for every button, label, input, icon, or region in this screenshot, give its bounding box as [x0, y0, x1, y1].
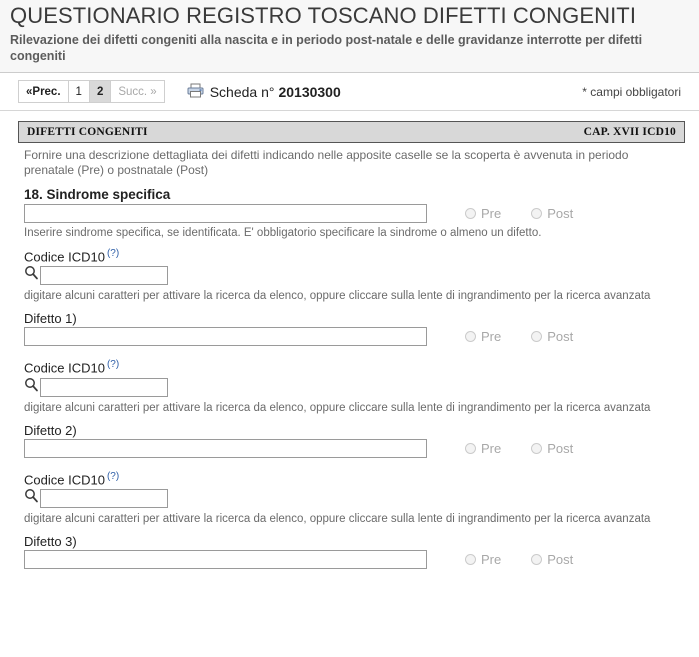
radio-dot-icon [531, 208, 543, 219]
radio-label-post: Post [547, 551, 574, 567]
label-text: Codice ICD10 [24, 360, 105, 376]
scheda-label: Scheda n° [209, 83, 275, 100]
row-codice-icd10-2 [24, 377, 685, 398]
radio-difetto-2-pre[interactable]: Pre [465, 441, 501, 456]
radio-label-pre: Pre [481, 329, 502, 345]
section-chapter-label: CAP. XVII ICD10 [583, 126, 676, 138]
label-difetto-1: Difetto 1) [24, 311, 77, 327]
scheda-number: 20130300 [278, 83, 341, 100]
radio-group-difetto-1: Pre Post [465, 329, 603, 344]
section-description: Fornire una descrizione dettagliata dei … [24, 148, 629, 177]
help-icon[interactable]: (?) [107, 471, 119, 482]
sindrome-specifica-input[interactable] [24, 204, 427, 223]
section-header-difetti-congeniti: DIFETTI CONGENITI CAP. XVII ICD10 [18, 121, 685, 143]
radio-difetto-3-pre[interactable]: Pre [465, 552, 501, 567]
difetto-3-input[interactable] [24, 549, 427, 569]
codice-icd10-3-input[interactable] [40, 488, 168, 508]
radio-label-post: Post [547, 206, 574, 221]
pager-page-1-button[interactable]: 1 [68, 81, 90, 102]
row-difetto-1: Pre Post [18, 327, 685, 347]
radio-label-pre: Pre [481, 206, 502, 221]
search-icon[interactable] [24, 488, 39, 509]
radio-label-post: Post [547, 329, 574, 345]
radio-label-post: Post [547, 440, 574, 456]
radio-difetto-3-post[interactable]: Post [531, 552, 573, 567]
radio-dot-icon [531, 553, 543, 565]
required-fields-note: * campi obbligatori [582, 84, 681, 99]
codice-icd10-2-input[interactable] [40, 377, 168, 397]
radio-group-difetto-2: Pre Post [465, 441, 603, 456]
hint-icd10-2: digitare alcuni caratteri per attivare l… [24, 401, 651, 414]
radio-sindrome-post[interactable]: Post [531, 206, 573, 221]
label-codice-icd10-2: Codice ICD10 (?) [24, 359, 685, 375]
radio-group-difetto-3: Pre Post [465, 552, 603, 567]
label-difetto-3: Difetto 3) [24, 533, 77, 549]
radio-dot-icon [465, 553, 476, 565]
row-codice-icd10-1 [24, 265, 685, 286]
search-icon[interactable] [24, 377, 39, 398]
label-text: Codice ICD10 [24, 249, 105, 265]
radio-dot-icon [531, 442, 543, 454]
row-difetto-2: Pre Post [18, 438, 685, 458]
radio-difetto-1-post[interactable]: Post [531, 329, 573, 344]
section-title: DIFETTI CONGENITI [27, 126, 148, 138]
label-codice-icd10-1: Codice ICD10 (?) [24, 248, 685, 264]
label-text: Codice ICD10 [24, 471, 105, 487]
radio-group-sindrome: Pre Post [465, 206, 603, 221]
form-area: DIFETTI CONGENITI CAP. XVII ICD10 Fornir… [0, 111, 699, 569]
page-title: QUESTIONARIO REGISTRO TOSCANO DIFETTI CO… [10, 3, 637, 28]
radio-label-pre: Pre [481, 551, 502, 567]
codice-icd10-1-input[interactable] [40, 266, 168, 286]
hint-icd10-1: digitare alcuni caratteri per attivare l… [24, 290, 651, 303]
pagination: «Prec. 1 2 Succ. » [18, 80, 165, 103]
row-sindrome-specifica: Pre Post [18, 204, 685, 223]
radio-sindrome-pre[interactable]: Pre [465, 206, 501, 221]
scheda-info: Scheda n° 20130300 [187, 83, 341, 101]
radio-difetto-1-pre[interactable]: Pre [465, 329, 501, 344]
help-icon[interactable]: (?) [107, 248, 119, 259]
page-header: QUESTIONARIO REGISTRO TOSCANO DIFETTI CO… [0, 0, 699, 73]
label-codice-icd10-3: Codice ICD10 (?) [24, 471, 685, 487]
pager-page-2-button[interactable]: 2 [89, 81, 112, 102]
row-difetto-3: Pre Post [18, 549, 685, 569]
hint-sindrome: Inserire sindrome specifica, se identifi… [24, 227, 542, 239]
hint-icd10-3: digitare alcuni caratteri per attivare l… [24, 512, 651, 525]
search-icon[interactable] [24, 265, 39, 286]
radio-dot-icon [465, 331, 476, 343]
label-sindrome-specifica: 18. Sindrome specifica [24, 187, 171, 202]
help-icon[interactable]: (?) [107, 359, 119, 370]
printer-icon[interactable] [187, 83, 204, 101]
radio-dot-icon [531, 331, 543, 343]
difetto-2-input[interactable] [24, 438, 427, 458]
radio-difetto-2-post[interactable]: Post [531, 441, 573, 456]
radio-label-pre: Pre [481, 440, 502, 456]
page-subtitle: Rilevazione dei difetti congeniti alla n… [10, 33, 643, 63]
toolbar: «Prec. 1 2 Succ. » Scheda n° 20130300 * … [0, 73, 699, 111]
radio-dot-icon [465, 442, 476, 454]
pager-next-button: Succ. » [111, 81, 164, 102]
radio-dot-icon [465, 208, 476, 219]
difetto-1-input[interactable] [24, 327, 427, 347]
row-codice-icd10-3 [24, 488, 685, 509]
label-difetto-2: Difetto 2) [24, 422, 77, 438]
pager-prev-button[interactable]: «Prec. [19, 81, 69, 102]
